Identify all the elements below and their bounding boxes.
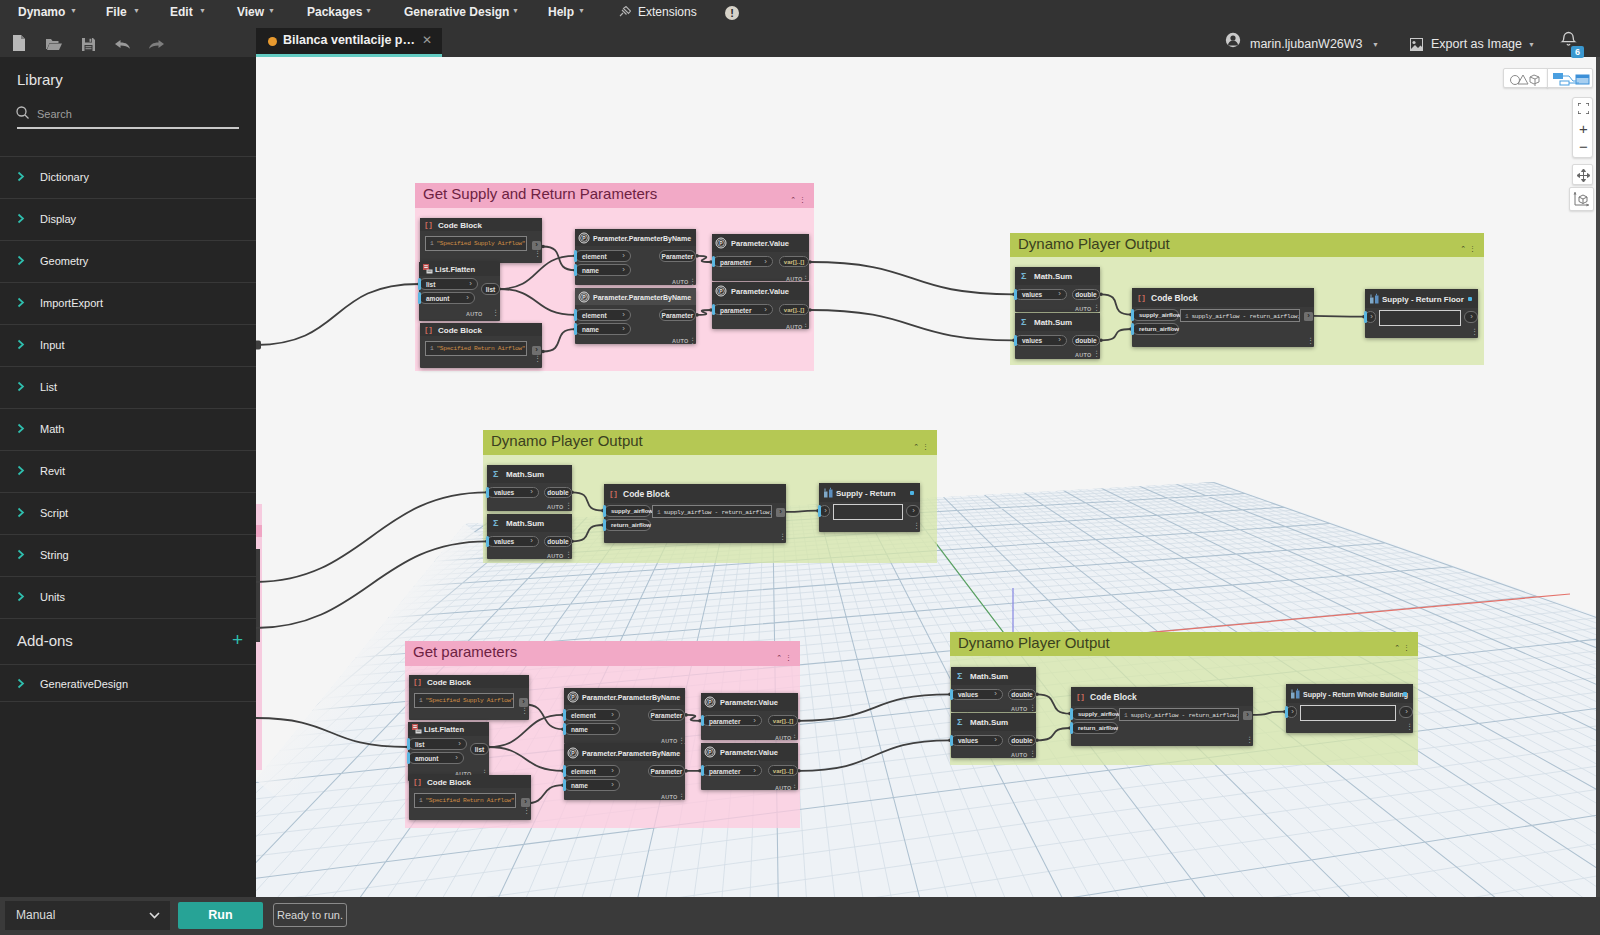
svg-text:P: P: [708, 749, 712, 755]
svg-text:P: P: [719, 288, 723, 294]
svg-text:P: P: [571, 750, 575, 756]
svg-text:P: P: [582, 235, 586, 241]
svg-text:P: P: [582, 294, 586, 300]
svg-text:P: P: [708, 699, 712, 705]
svg-text:P: P: [719, 240, 723, 246]
svg-text:P: P: [571, 694, 575, 700]
